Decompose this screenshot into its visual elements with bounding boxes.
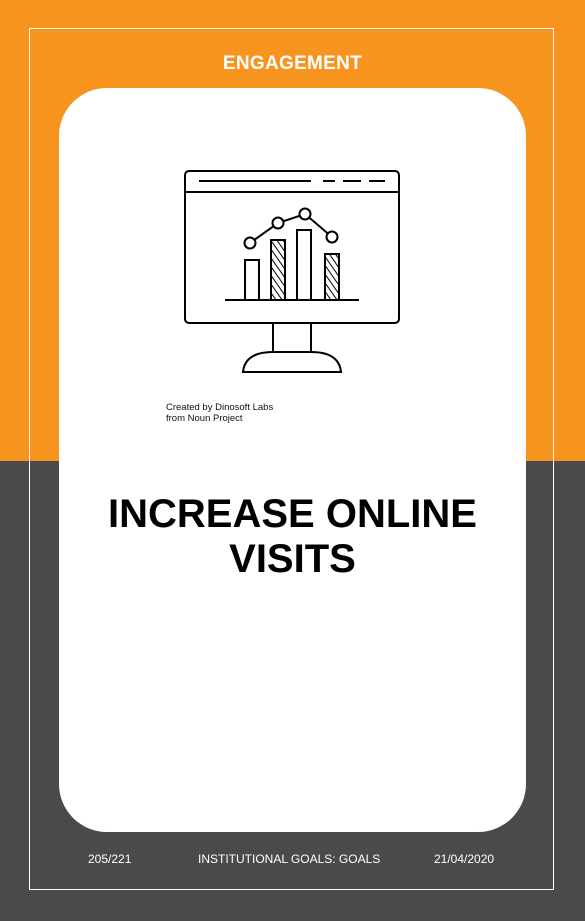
date-label: 21/04/2020: [434, 852, 495, 866]
section-label: INSTITUTIONAL GOALS: GOALS: [198, 852, 381, 866]
category-label: ENGAGEMENT: [222, 53, 363, 74]
goal-title-line-1: INCREASE ONLINE: [108, 492, 477, 536]
icon-credit: Created by Dinosoft Labs from Noun Proje…: [166, 402, 273, 424]
monitor-chart-icon: [183, 168, 403, 378]
page-number: 205/221: [88, 852, 132, 866]
goal-title-line-2: VISITS: [229, 537, 356, 581]
goal-card: Created by Dinosoft Labs from Noun Proje…: [59, 88, 526, 832]
credit-line-1: Created by Dinosoft Labs: [166, 402, 274, 413]
credit-line-2: from Noun Project: [166, 413, 243, 424]
goal-title: INCREASE ONLINE VISITS: [59, 492, 526, 582]
